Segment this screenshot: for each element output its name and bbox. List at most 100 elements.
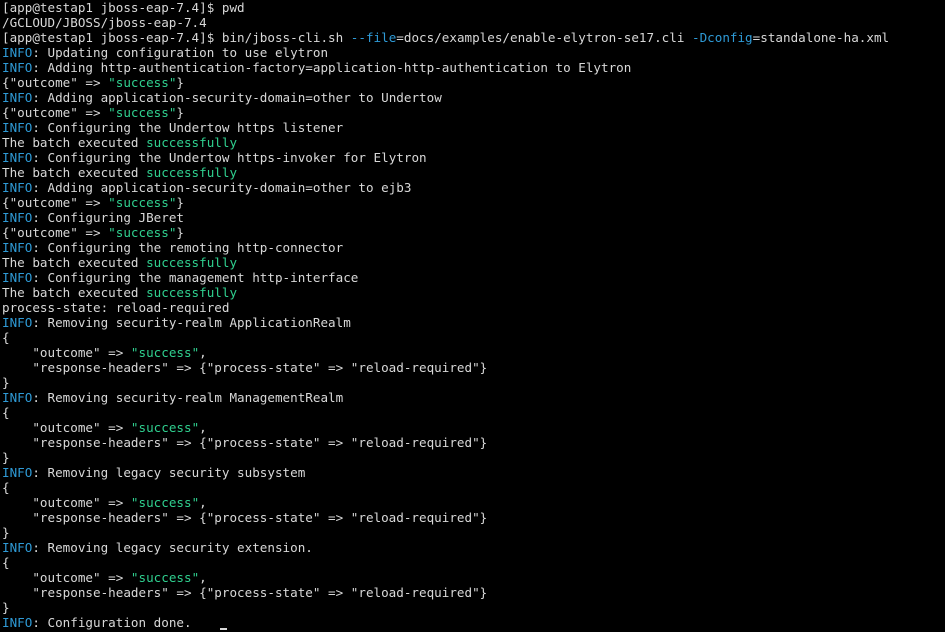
terminal-text: , — [199, 345, 207, 360]
terminal-text: : Adding http-authentication-factory=app… — [32, 60, 632, 75]
terminal-text: "response-headers" => {"process-state" =… — [2, 510, 488, 525]
terminal-line: } — [2, 450, 945, 465]
terminal-line: {"outcome" => "success"} — [2, 225, 945, 240]
terminal-text: /GCLOUD/JBOSS/jboss-eap-7.4 — [2, 15, 207, 30]
terminal-line: { — [2, 555, 945, 570]
cli-option: -Dconfig — [691, 30, 753, 45]
terminal-line: { — [2, 480, 945, 495]
cli-option: --file — [350, 30, 397, 45]
success-text: "success" — [130, 495, 200, 510]
terminal-text: : Adding application-security-domain=oth… — [32, 90, 442, 105]
terminal-line: The batch executed successfully — [2, 135, 945, 150]
terminal-line: [app@testap1 jboss-eap-7.4]$ pwd — [2, 0, 945, 15]
terminal-text: } — [2, 525, 10, 540]
terminal-text: "outcome" => — [2, 495, 131, 510]
terminal-line: INFO: Configuring the Undertow https-inv… — [2, 150, 945, 165]
success-text: successfully — [146, 165, 238, 180]
terminal-text: : Configuring the management http-interf… — [32, 270, 359, 285]
terminal-line: } — [2, 525, 945, 540]
terminal-line: INFO: Configuring JBeret — [2, 210, 945, 225]
terminal-cursor — [219, 628, 227, 630]
terminal-line: INFO: Updating configuration to use elyt… — [2, 45, 945, 60]
terminal-text: : Configuring the Undertow https-invoker… — [32, 150, 427, 165]
terminal-text: "response-headers" => {"process-state" =… — [2, 360, 488, 375]
terminal-text: } — [2, 450, 10, 465]
terminal-text: : Removing security-realm ApplicationRea… — [32, 315, 351, 330]
log-level-label: INFO — [2, 45, 33, 60]
terminal-line: [app@testap1 jboss-eap-7.4]$ bin/jboss-c… — [2, 30, 945, 45]
terminal-line: } — [2, 375, 945, 390]
log-level-label: INFO — [2, 315, 33, 330]
terminal-text: {"outcome" => — [2, 195, 109, 210]
terminal-text: : Updating configuration to use elytron — [32, 45, 329, 60]
terminal-text: "response-headers" => {"process-state" =… — [2, 435, 488, 450]
success-text: "success" — [108, 105, 177, 120]
terminal-line: } — [2, 600, 945, 615]
terminal-text: [app@testap1 jboss-eap-7.4]$ bin/jboss-c… — [2, 30, 351, 45]
log-level-label: INFO — [2, 120, 33, 135]
terminal-line: process-state: reload-required — [2, 300, 945, 315]
terminal-text: } — [176, 195, 184, 210]
terminal-line: INFO: Removing security-realm Management… — [2, 390, 945, 405]
terminal-line: INFO: Configuring the management http-in… — [2, 270, 945, 285]
terminal-text: "response-headers" => {"process-state" =… — [2, 585, 488, 600]
terminal-text: , — [199, 570, 207, 585]
terminal-line: "outcome" => "success", — [2, 495, 945, 510]
terminal-line: The batch executed successfully — [2, 255, 945, 270]
terminal-line: INFO: Adding application-security-domain… — [2, 90, 945, 105]
terminal-line: {"outcome" => "success"} — [2, 75, 945, 90]
terminal-line: "outcome" => "success", — [2, 420, 945, 435]
terminal-output[interactable]: [app@testap1 jboss-eap-7.4]$ pwd/GCLOUD/… — [0, 0, 945, 632]
success-text: successfully — [146, 135, 238, 150]
terminal-line: "outcome" => "success", — [2, 570, 945, 585]
log-level-label: INFO — [2, 150, 33, 165]
success-text: successfully — [146, 255, 238, 270]
terminal-text: : Removing security-realm ManagementReal… — [32, 390, 344, 405]
terminal-text: =docs/examples/enable-elytron-se17.cli — [396, 30, 692, 45]
log-level-label: INFO — [2, 240, 33, 255]
terminal-text: , — [199, 495, 207, 510]
terminal-text: } — [176, 105, 184, 120]
terminal-text: : Adding application-security-domain=oth… — [32, 180, 412, 195]
terminal-line: "response-headers" => {"process-state" =… — [2, 360, 945, 375]
terminal-line: INFO: Adding http-authentication-factory… — [2, 60, 945, 75]
terminal-line: INFO: Removing legacy security extension… — [2, 540, 945, 555]
terminal-text: "outcome" => — [2, 345, 131, 360]
log-level-label: INFO — [2, 210, 33, 225]
terminal-text: {"outcome" => — [2, 225, 109, 240]
terminal-line: "response-headers" => {"process-state" =… — [2, 510, 945, 525]
terminal-text: {"outcome" => — [2, 75, 109, 90]
terminal-text: : Removing legacy security subsystem — [32, 465, 306, 480]
success-text: "success" — [108, 75, 177, 90]
terminal-text: process-state: reload-required — [2, 300, 230, 315]
terminal-text: The batch executed — [2, 285, 147, 300]
terminal-text: =standalone-ha.xml — [752, 30, 890, 45]
terminal-text: , — [199, 420, 207, 435]
terminal-text: { — [2, 405, 10, 420]
terminal-text: { — [2, 330, 10, 345]
success-text: successfully — [146, 285, 238, 300]
terminal-text: "outcome" => — [2, 420, 131, 435]
terminal-text: The batch executed — [2, 165, 147, 180]
terminal-line: {"outcome" => "success"} — [2, 105, 945, 120]
terminal-line: INFO: Configuration done. — [2, 615, 945, 630]
terminal-line: INFO: Adding application-security-domain… — [2, 180, 945, 195]
log-level-label: INFO — [2, 390, 33, 405]
terminal-text: } — [2, 600, 10, 615]
terminal-text: : Configuring the Undertow https listene… — [32, 120, 344, 135]
terminal-text: } — [176, 75, 184, 90]
terminal-text: : Configuring JBeret — [32, 210, 184, 225]
log-level-label: INFO — [2, 270, 33, 285]
terminal-text: The batch executed — [2, 135, 147, 150]
success-text: "success" — [130, 570, 200, 585]
terminal-text: : Removing legacy security extension. — [32, 540, 313, 555]
terminal-line: {"outcome" => "success"} — [2, 195, 945, 210]
terminal-line: INFO: Configuring the remoting http-conn… — [2, 240, 945, 255]
success-text: "success" — [130, 345, 200, 360]
log-level-label: INFO — [2, 180, 33, 195]
log-level-label: INFO — [2, 540, 33, 555]
terminal-text: "outcome" => — [2, 570, 131, 585]
success-text: "success" — [108, 225, 177, 240]
terminal-text: { — [2, 555, 10, 570]
terminal-line: INFO: Removing legacy security subsystem — [2, 465, 945, 480]
